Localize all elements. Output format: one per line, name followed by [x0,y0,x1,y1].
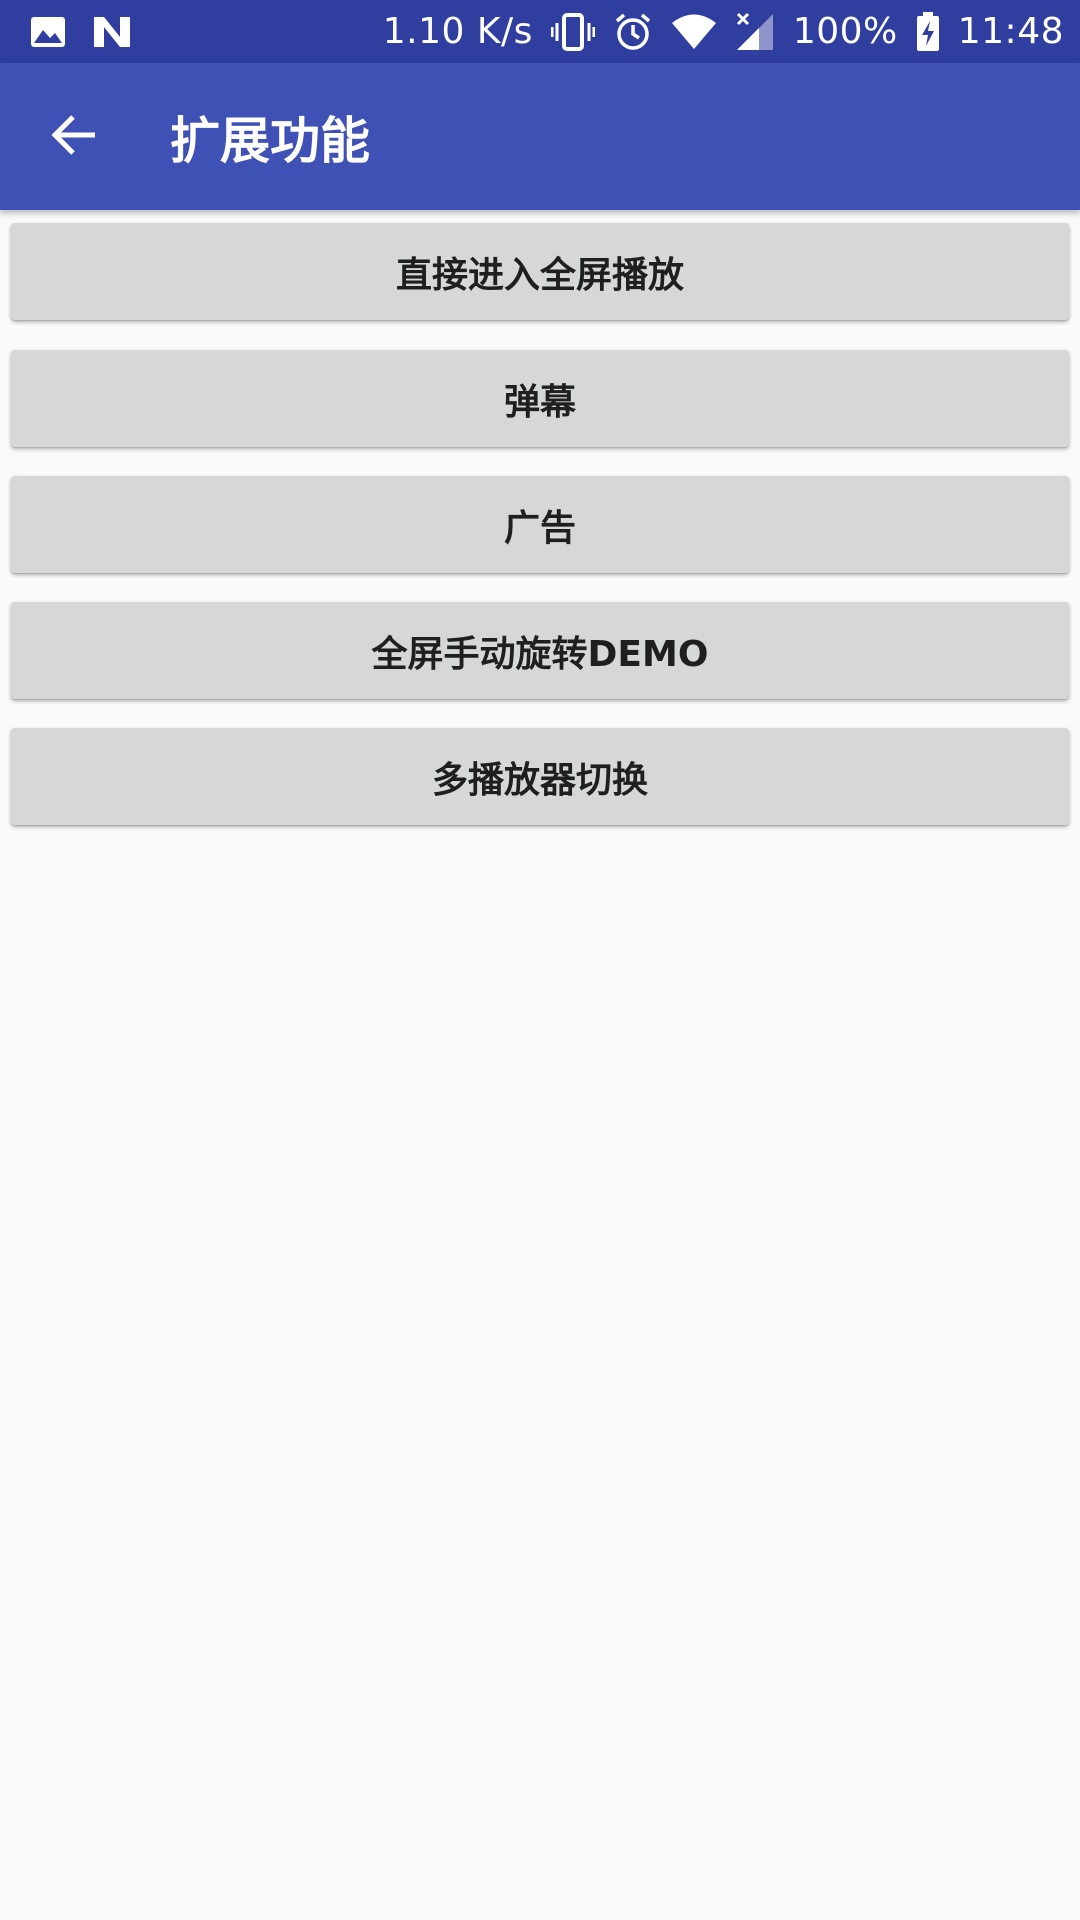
net-speed: 1.10 K/s [382,11,533,52]
page-title: 扩展功能 [170,111,370,170]
clock: 11:48 [957,11,1064,52]
alarm-icon [613,12,653,52]
n-icon [92,15,132,49]
fullscreen-play-button[interactable]: 直接进入全屏播放 [11,223,1069,320]
vibrate-icon [550,12,595,51]
battery-icon [916,11,940,52]
danmaku-button[interactable]: 弹幕 [11,350,1069,447]
battery-percent: 100% [792,11,898,52]
app-bar: 扩展功能 [0,63,1080,210]
status-bar: 1.10 K/s 100% 11:48 [0,0,1080,63]
ad-button[interactable]: 广告 [11,476,1069,573]
wifi-icon [671,14,717,50]
back-button[interactable] [34,97,114,177]
arrow-left-icon [51,114,97,160]
image-icon [30,16,66,48]
multi-player-switch-button[interactable]: 多播放器切换 [11,728,1069,825]
manual-rotate-demo-button[interactable]: 全屏手动旋转DEMO [11,602,1069,699]
signal-icon [735,12,775,52]
